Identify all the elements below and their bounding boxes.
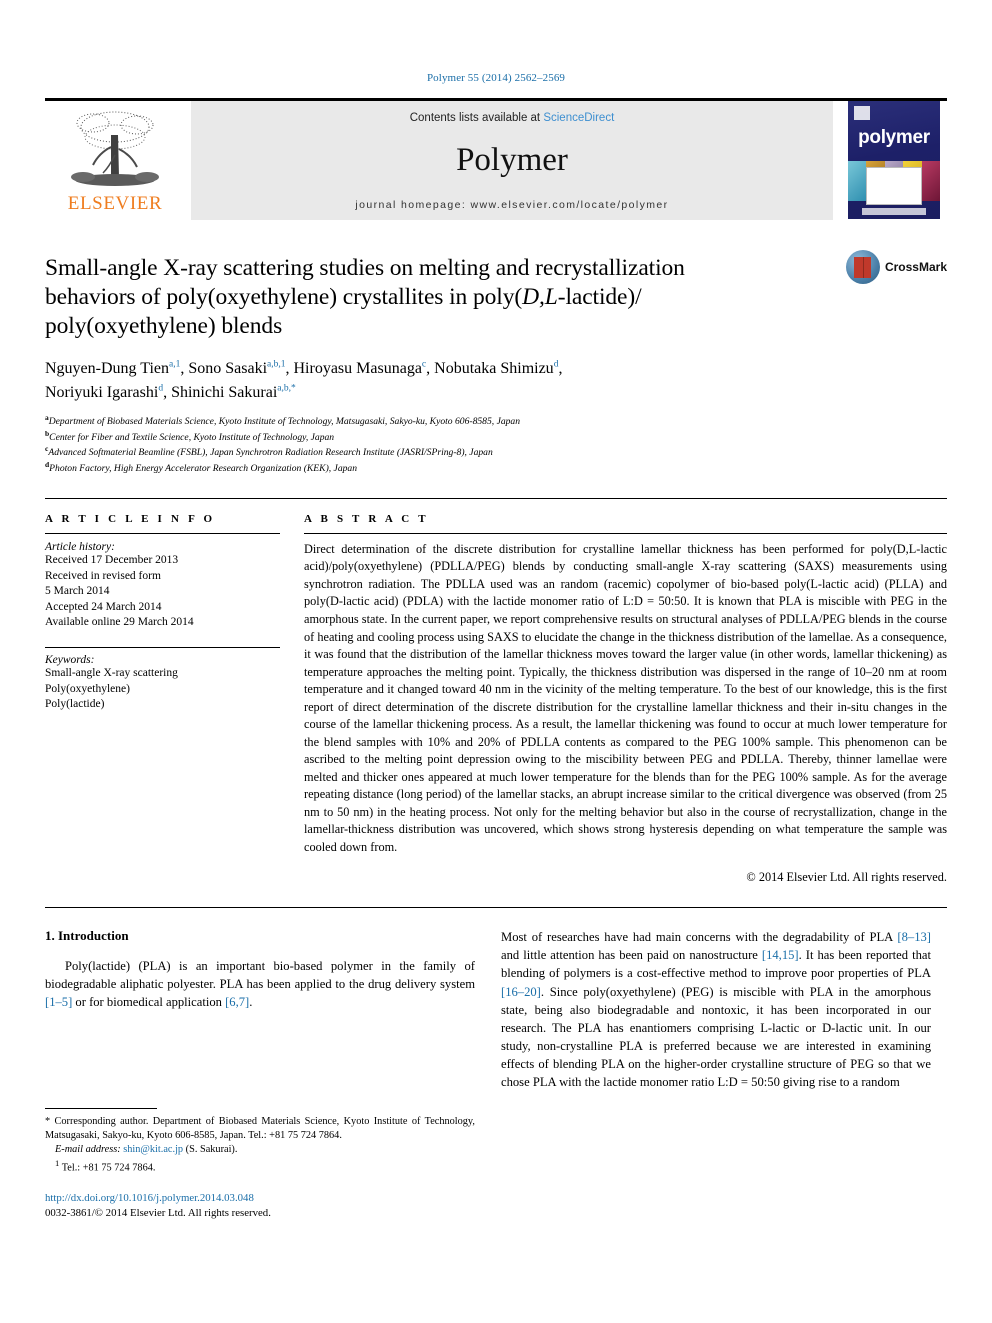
abstract-copyright: © 2014 Elsevier Ltd. All rights reserved… [746, 870, 947, 885]
affiliation-item: aDepartment of Biobased Materials Scienc… [45, 412, 521, 427]
crossmark-icon [845, 250, 880, 284]
article-info-heading: A R T I C L E I N F O [45, 512, 216, 525]
article-info-column: A R T I C L E I N F O Article history: R… [45, 513, 280, 885]
affiliation-item: cAdvanced Softmaterial Beamline (FSBL), … [45, 444, 493, 459]
doi-link[interactable]: http://dx.doi.org/10.1016/j.polymer.2014… [45, 1191, 475, 1206]
footnote-mark: 1 [55, 1157, 60, 1168]
history-item: 5 March 2014 [45, 585, 110, 598]
author-list: Nguyen-Dung Tiena,1, Sono Sasakia,b,1, H… [45, 357, 947, 403]
email-note: E-mail address: shin@kit.ac.jp (S. Sakur… [45, 1143, 475, 1157]
abstract-column: A B S T R A C T Direct determination of … [304, 513, 947, 885]
author-line-1: Nguyen-Dung Tiena,1, Sono Sasakia,b,1, H… [45, 360, 563, 378]
elsevier-tree-icon [71, 111, 159, 186]
crossmark-badge[interactable]: CrossMark [845, 250, 947, 284]
cover-inset-figure [866, 167, 922, 205]
divider [304, 532, 947, 534]
history-item: Received in revised form [45, 569, 161, 582]
keywords-label: Keywords: [45, 654, 95, 667]
cover-image: polymer [848, 101, 940, 219]
keyword-item: Poly(lactide) [45, 698, 105, 711]
contents-prefix: Contents lists available at [409, 112, 544, 124]
keywords-block: Keywords: Small-angle X-ray scattering P… [45, 647, 280, 713]
keyword-item: Poly(oxyethylene) [45, 682, 130, 695]
author-affil-mark: d [158, 383, 164, 394]
abstract-text: Direct determination of the discrete dis… [304, 541, 947, 854]
divider [45, 647, 280, 649]
telephone-note: 1 Tel.: +81 75 724 7864. [55, 1157, 156, 1174]
footnote-divider [45, 1108, 157, 1109]
info-abstract-section: A R T I C L E I N F O Article history: R… [45, 497, 947, 885]
journal-article-page: Polymer 55 (2014) 2562–2569 ELSEVIER Con… [0, 0, 992, 1323]
affiliation-item: bCenter for Fiber and Textile Science, K… [45, 428, 335, 443]
crossmark-label: CrossMark [884, 260, 947, 274]
email-label: E-mail address: [55, 1144, 121, 1156]
sciencedirect-link[interactable]: ScienceDirect [543, 112, 614, 124]
body-column-right: Most of researches have had main concern… [501, 928, 931, 1091]
email-link[interactable]: shin@kit.ac.jp [123, 1144, 183, 1155]
title-line-3: poly(oxyethylene) blends [45, 313, 283, 340]
abstract-heading: A B S T R A C T [304, 512, 429, 525]
elsevier-logo: ELSEVIER [45, 101, 185, 220]
section-heading-introduction: 1. Introduction [45, 928, 129, 944]
citation-link[interactable]: [1–5] [45, 995, 72, 1009]
elsevier-wordmark: ELSEVIER [67, 193, 163, 214]
contents-available-line: Contents lists available at ScienceDirec… [410, 112, 615, 124]
issn-copyright: 0032-3861/© 2014 Elsevier Ltd. All right… [45, 1207, 271, 1220]
author-line-2: Noriyuki Igarashid, Shinichi Sakuraia,b,… [45, 383, 296, 401]
footnote-block: * Corresponding author. Department of Bi… [45, 1108, 475, 1221]
title-line-2-smallcaps: D,L [522, 284, 558, 311]
abstract-body: Direct determination of the discrete dis… [304, 541, 947, 856]
intro-paragraph-right: Most of researches have had main concern… [501, 930, 931, 1090]
keyword-item: Small-angle X-ray scattering [45, 667, 178, 680]
body-section: 1. Introduction Poly(lactide) (PLA) is a… [45, 907, 947, 1091]
affiliation-list: aDepartment of Biobased Materials Scienc… [45, 413, 947, 476]
email-owner: (S. Sakurai). [185, 1144, 238, 1156]
running-head: Polymer 55 (2014) 2562–2569 [426, 72, 566, 84]
doi-block: http://dx.doi.org/10.1016/j.polymer.2014… [45, 1191, 475, 1221]
divider [45, 532, 280, 534]
citation-link[interactable]: [8–13] [897, 930, 931, 944]
title-block: CrossMark Small-angle X-ray scattering s… [45, 250, 947, 476]
page-title: Small-angle X-ray scattering studies on … [45, 254, 845, 341]
author-affil-mark: c [421, 360, 427, 371]
journal-cover-thumbnail[interactable]: polymer [841, 101, 947, 220]
intro-paragraph-left: Poly(lactide) (PLA) is an important bio-… [45, 959, 475, 1010]
journal-banner: Contents lists available at ScienceDirec… [191, 101, 833, 220]
journal-homepage-link[interactable]: journal homepage: www.elsevier.com/locat… [355, 199, 668, 211]
history-label: Article history: [45, 540, 115, 553]
author-affil-mark: a,b,1 [267, 360, 286, 371]
title-line-2a: behaviors of poly(oxyethylene) crystalli… [45, 284, 523, 311]
journal-title: Polymer [456, 142, 568, 178]
author-affil-mark: a,b,* [277, 383, 296, 394]
cover-journal-name: polymer [858, 127, 930, 148]
author-affil-mark: d [553, 360, 559, 371]
cover-publisher-mark-icon [854, 106, 870, 120]
corresponding-author-note: * Corresponding author. Department of Bi… [45, 1116, 475, 1142]
history-item: Available online 29 March 2014 [45, 616, 194, 629]
author-affil-mark: a,1 [169, 360, 181, 371]
cover-footer-bar [862, 208, 926, 215]
citation-link[interactable]: [6,7] [225, 995, 249, 1009]
title-line-2b: -lactide)/ [557, 284, 642, 311]
history-item: Accepted 24 March 2014 [45, 600, 162, 613]
history-item: Received 17 December 2013 [45, 553, 179, 566]
affiliation-item: dPhoton Factory, High Energy Accelerator… [45, 460, 358, 475]
citation-link[interactable]: [16–20] [501, 985, 541, 999]
citation-link[interactable]: [14,15] [762, 948, 799, 962]
title-line-1: Small-angle X-ray scattering studies on … [45, 255, 685, 281]
journal-header: ELSEVIER Contents lists available at Sci… [45, 98, 947, 220]
body-column-left: 1. Introduction Poly(lactide) (PLA) is a… [45, 928, 475, 1091]
